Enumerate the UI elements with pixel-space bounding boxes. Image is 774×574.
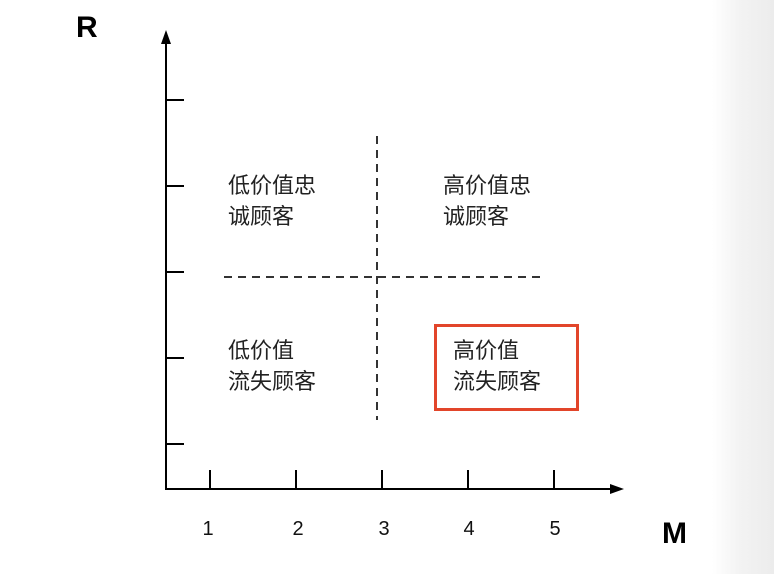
x-tick-label: 1 <box>202 518 214 540</box>
quadrant-label-line: 低价值 <box>228 339 295 364</box>
x-axis-title: M <box>662 517 687 550</box>
x-axis-arrow <box>610 484 624 494</box>
x-tick-label: 4 <box>463 518 475 540</box>
quadrant-label-line: 流失顾客 <box>453 370 542 395</box>
quadrant-label-line: 高价值忠 <box>443 174 532 199</box>
quadrant-top-right-label: 高价值忠 诚顾客 <box>443 171 531 233</box>
x-tick-label: 3 <box>378 518 390 540</box>
quadrant-label-line: 诚顾客 <box>228 205 295 230</box>
quadrant-bottom-left-label: 低价值 流失顾客 <box>228 336 316 398</box>
quadrant-label-line: 高价值 <box>453 339 520 364</box>
y-axis-arrow <box>161 30 171 44</box>
quadrant-label-line: 低价值忠 <box>228 174 317 199</box>
x-tick-label: 5 <box>549 518 561 540</box>
y-axis-title: R <box>76 11 98 44</box>
quadrant-top-left-label: 低价值忠 诚顾客 <box>228 171 316 233</box>
rm-quadrant-diagram <box>161 30 624 494</box>
quadrant-label-line: 流失顾客 <box>228 370 317 395</box>
quadrant-label-line: 诚顾客 <box>443 205 510 230</box>
quadrant-bottom-right-label: 高价值 流失顾客 <box>453 336 541 398</box>
x-tick-label: 2 <box>292 518 304 540</box>
